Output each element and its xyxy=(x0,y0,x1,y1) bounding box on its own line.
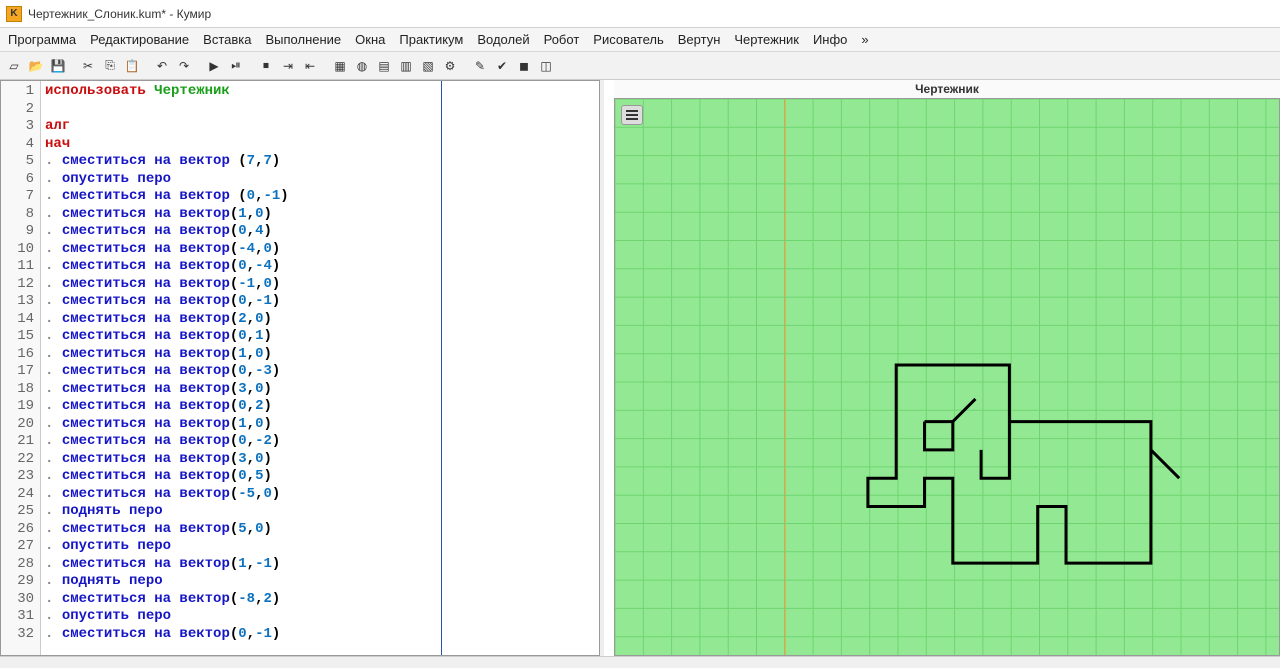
step-icon[interactable]: ⏯ xyxy=(226,56,246,76)
globe-icon[interactable]: ◍ xyxy=(352,56,372,76)
editor-divider xyxy=(441,81,442,655)
copy-icon[interactable]: ⎘ xyxy=(100,56,120,76)
run-icon[interactable]: ▶ xyxy=(204,56,224,76)
break2-icon[interactable]: ⇤ xyxy=(300,56,320,76)
menu-item-Практикум[interactable]: Практикум xyxy=(399,32,463,47)
cut-icon[interactable]: ✂ xyxy=(78,56,98,76)
menu-item-Вертун[interactable]: Вертун xyxy=(678,32,721,47)
new-icon[interactable]: ▱ xyxy=(4,56,24,76)
grid1-icon[interactable]: ▦ xyxy=(330,56,350,76)
drawing xyxy=(615,99,1279,655)
title-bar: K Чертежник_Слоник.kum* - Кумир xyxy=(0,0,1280,28)
app-icon: K xyxy=(6,6,22,22)
menu-item-Редактирование[interactable]: Редактирование xyxy=(90,32,189,47)
redo-icon[interactable]: ↷ xyxy=(174,56,194,76)
right-column: Чертежник xyxy=(614,80,1280,656)
open-icon[interactable]: 📂 xyxy=(26,56,46,76)
table1-icon[interactable]: ▤ xyxy=(374,56,394,76)
green2-icon[interactable]: ◫ xyxy=(536,56,556,76)
code-editor-pane: 1234567891011121314151617181920212223242… xyxy=(0,80,600,656)
menu-item-Инфо[interactable]: Инфо xyxy=(813,32,847,47)
menu-item-Робот[interactable]: Робот xyxy=(544,32,580,47)
green1-icon[interactable]: ◼ xyxy=(514,56,534,76)
window-title: Чертежник_Слоник.kum* - Кумир xyxy=(28,7,211,21)
hamburger-menu-button[interactable] xyxy=(621,105,643,125)
undo-icon[interactable]: ↶ xyxy=(152,56,172,76)
main-area: 1234567891011121314151617181920212223242… xyxy=(0,80,1280,656)
status-bar xyxy=(0,656,1280,668)
menu-item-Выполнение[interactable]: Выполнение xyxy=(265,32,341,47)
drawing-canvas[interactable] xyxy=(614,98,1280,656)
paste-icon[interactable]: 📋 xyxy=(122,56,142,76)
menu-item-»[interactable]: » xyxy=(861,32,868,47)
table3-icon[interactable]: ▧ xyxy=(418,56,438,76)
menu-item-Рисователь[interactable]: Рисователь xyxy=(593,32,663,47)
splitter[interactable] xyxy=(600,80,604,656)
menu-item-Вставка[interactable]: Вставка xyxy=(203,32,251,47)
break1-icon[interactable]: ⇥ xyxy=(278,56,298,76)
stop-icon[interactable]: ⏹ xyxy=(256,56,276,76)
menu-bar: Программа Редактирование Вставка Выполнение… xyxy=(0,28,1280,52)
save-icon[interactable]: 💾 xyxy=(48,56,68,76)
bug-icon[interactable]: ⚙ xyxy=(440,56,460,76)
menu-item-Окна[interactable]: Окна xyxy=(355,32,385,47)
menu-item-Программа[interactable]: Программа xyxy=(8,32,76,47)
table2-icon[interactable]: ▥ xyxy=(396,56,416,76)
pencil-icon[interactable]: ✎ xyxy=(470,56,490,76)
line-gutter: 1234567891011121314151617181920212223242… xyxy=(1,81,41,655)
toolbar: ▱📂💾 ✂⎘📋 ↶↷ ▶⏯ ⏹⇥⇤ ▦◍▤▥▧⚙ ✎✔◼◫ xyxy=(0,52,1280,80)
menu-item-Водолей[interactable]: Водолей xyxy=(477,32,529,47)
check-icon[interactable]: ✔ xyxy=(492,56,512,76)
code-area[interactable]: использовать Чертежник алгнач. сместитьс… xyxy=(41,81,599,655)
drawing-panel-title: Чертежник xyxy=(614,80,1280,98)
menu-item-Чертежник[interactable]: Чертежник xyxy=(734,32,799,47)
